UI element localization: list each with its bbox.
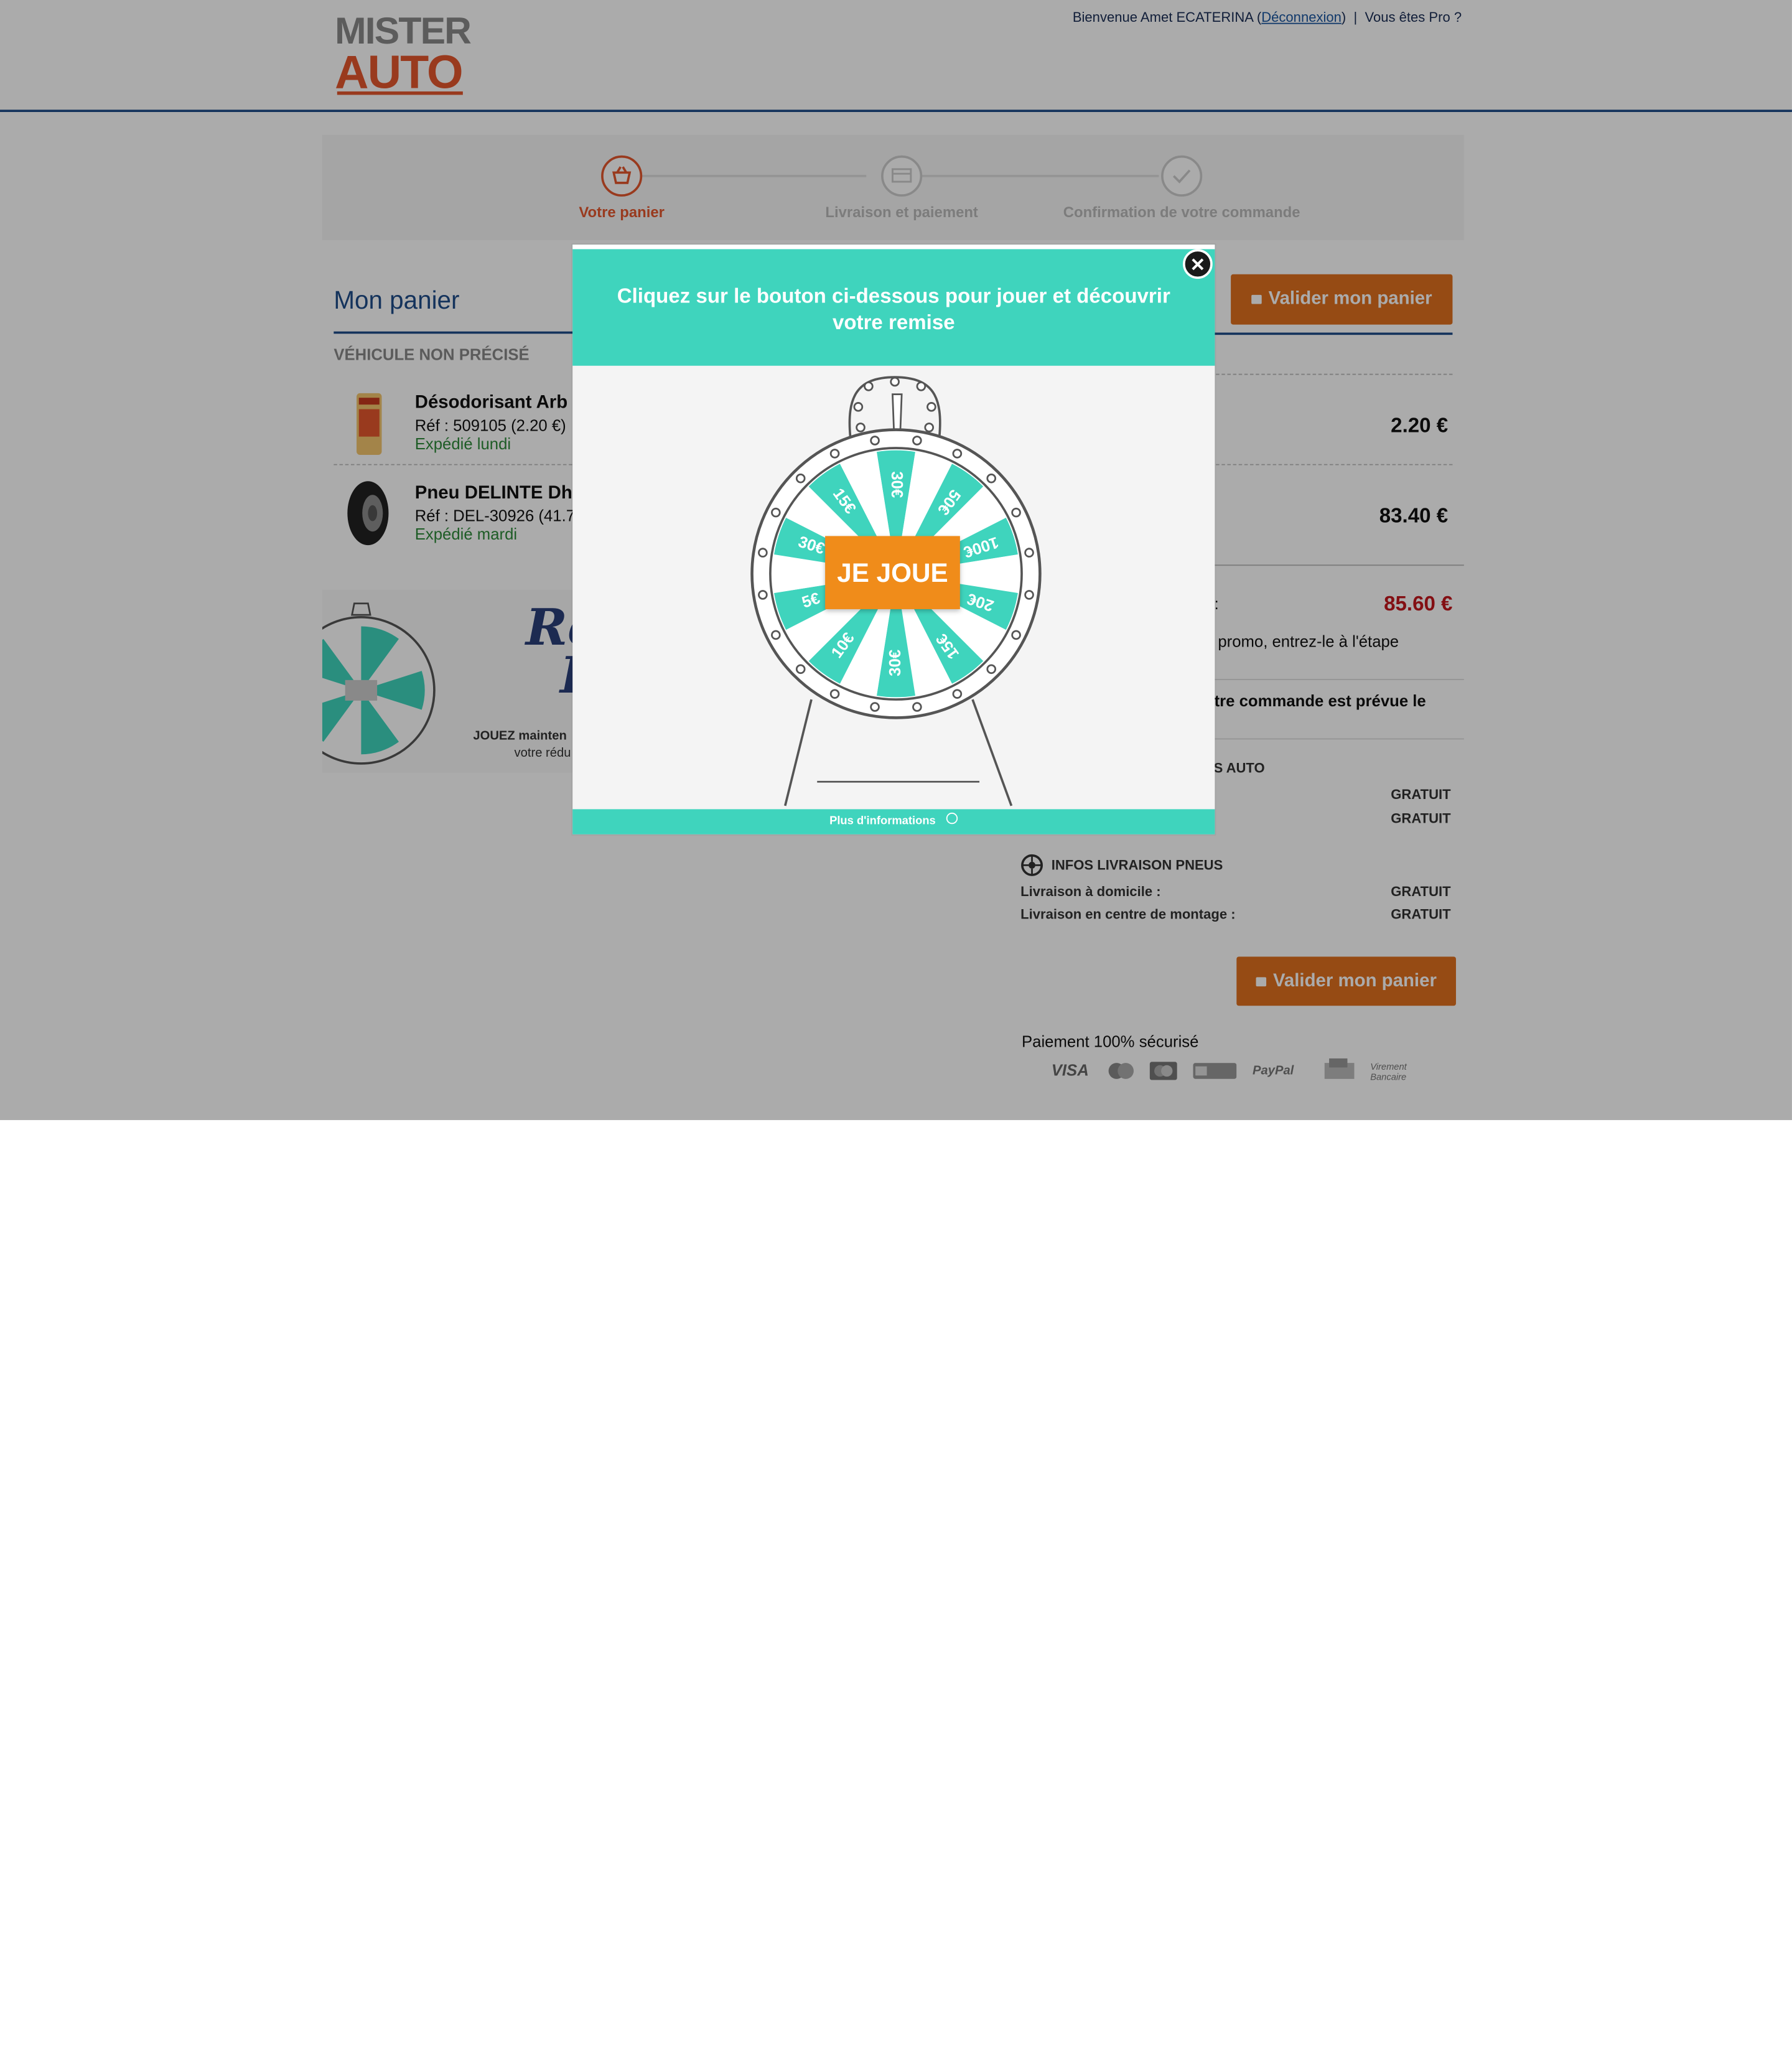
modal-header: Cliquez sur le bouton ci-dessous pour jo… xyxy=(572,245,1215,366)
rim-bolt xyxy=(986,473,997,484)
pointer-bolt xyxy=(924,423,935,432)
pointer-bolt xyxy=(864,381,874,391)
more-info-link[interactable]: Plus d'informations xyxy=(829,815,936,828)
rim-bolt xyxy=(771,630,781,640)
pointer-bolt xyxy=(853,402,864,412)
rim-bolt xyxy=(829,449,840,459)
wheel-segment-label: 30€ xyxy=(888,471,905,498)
close-icon[interactable]: ✕ xyxy=(1182,249,1213,279)
rim-bolt xyxy=(952,689,963,699)
pointer-bolt xyxy=(916,381,926,391)
rim-bolt xyxy=(829,689,840,699)
rim-bolt xyxy=(771,507,781,518)
wheel-segment-label: 30€ xyxy=(887,650,904,676)
rim-bolt xyxy=(1011,507,1021,518)
rim-bolt xyxy=(1024,548,1034,558)
rim-bolt xyxy=(912,436,922,446)
rim-bolt xyxy=(758,548,768,558)
rim-bolt xyxy=(986,664,997,675)
rim-bolt xyxy=(952,449,963,459)
rim-bolt xyxy=(1024,590,1034,600)
modal-title: Cliquez sur le bouton ci-dessous pour jo… xyxy=(617,284,1170,334)
play-button[interactable]: JE JOUE xyxy=(825,536,960,609)
rim-bolt xyxy=(870,702,880,712)
rim-bolt xyxy=(795,664,806,675)
rim-bolt xyxy=(912,702,922,712)
pointer-bolt xyxy=(926,402,936,412)
page-canvas: MISTER AUTO Bienvenue Amet ECATERINA (Dé… xyxy=(0,0,1792,1120)
rim-bolt xyxy=(1011,630,1021,640)
rim-bolt xyxy=(758,590,768,600)
pointer-bolt xyxy=(856,423,866,432)
rim-bolt xyxy=(795,473,806,484)
info-icon xyxy=(946,812,958,825)
rim-bolt xyxy=(870,436,880,446)
more-info-bar[interactable]: Plus d'informations xyxy=(572,809,1215,834)
pointer-bolt xyxy=(890,376,900,387)
